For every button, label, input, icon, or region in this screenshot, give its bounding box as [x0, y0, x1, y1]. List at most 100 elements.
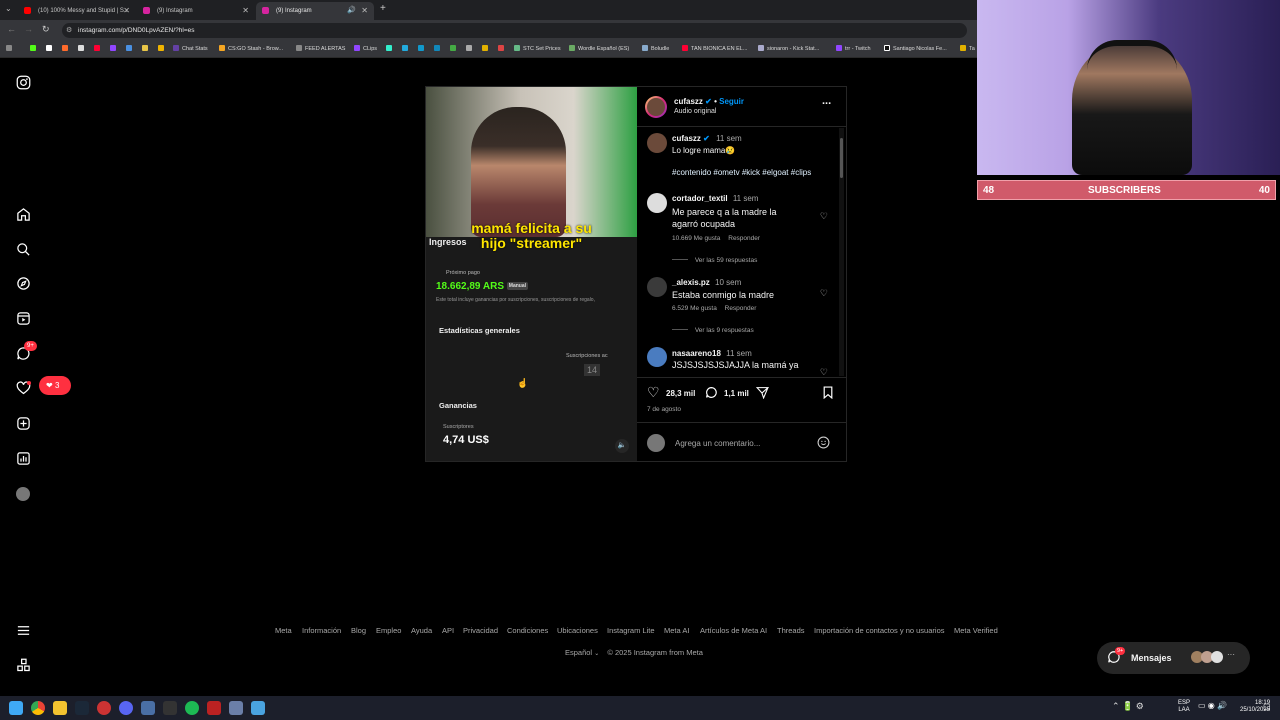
footer-link[interactable]: Meta AI	[664, 626, 689, 635]
bookmark-sionaron[interactable]: sionaron - Kick Stat...	[758, 45, 819, 52]
commenter-avatar[interactable]	[647, 193, 667, 213]
explore-icon[interactable]	[15, 276, 31, 292]
bookmark-santiago[interactable]: Santiago Nicolas Fe...	[884, 45, 947, 52]
create-icon[interactable]	[15, 416, 31, 432]
comment-username[interactable]: nasaareno18	[672, 349, 721, 358]
app-icon[interactable]	[141, 701, 155, 715]
chrome-icon[interactable]	[31, 701, 45, 715]
bookmark-icon[interactable]	[126, 45, 135, 52]
notifications-tray-icon[interactable]: ▢	[1263, 702, 1271, 711]
comment-likes[interactable]: 6.529 Me gusta	[672, 305, 717, 312]
url-field[interactable]: ⚙ instagram.com/p/DND0LpvAZEN/?hl=es	[62, 23, 967, 38]
app-icon[interactable]	[229, 701, 243, 715]
like-button[interactable]: ♡	[647, 385, 660, 399]
tab-list-icon[interactable]: ⌄	[5, 4, 12, 13]
commenter-avatar[interactable]	[647, 277, 667, 297]
language-selector[interactable]: Español	[565, 648, 592, 657]
windows-start-icon[interactable]	[9, 701, 23, 715]
file-explorer-icon[interactable]	[53, 701, 67, 715]
dashboard-icon[interactable]	[15, 451, 31, 467]
profile-icon[interactable]	[15, 486, 31, 502]
footer-link[interactable]: Artículos de Meta AI	[700, 626, 767, 635]
comment-input[interactable]: Agrega un comentario...	[675, 439, 760, 448]
bookmark-icon[interactable]	[94, 45, 103, 52]
discord-icon[interactable]	[119, 701, 133, 715]
emoji-icon[interactable]	[817, 436, 830, 454]
caption-username[interactable]: cufaszz	[672, 134, 701, 143]
bookmark-csgo-stash[interactable]: CS:GO Stash - Brow...	[219, 45, 283, 52]
app-icon[interactable]	[251, 701, 265, 715]
tab-instagram-1[interactable]: (9) Instagram ✕	[137, 2, 255, 20]
footer-link[interactable]: Instagram Lite	[607, 626, 655, 635]
bookmark-icon[interactable]	[78, 45, 87, 52]
hashtags[interactable]: #contenido #ometv #kick #elgoat #clips	[672, 168, 811, 177]
spotify-icon[interactable]	[185, 701, 199, 715]
author-avatar[interactable]	[645, 96, 667, 118]
comments-list[interactable]: cufaszz ✔ 11 sem Lo logre mama😢 #conteni…	[637, 127, 846, 377]
footer-link[interactable]: Meta Verified	[954, 626, 998, 635]
comment-username[interactable]: cortador_textil	[672, 194, 728, 203]
search-icon[interactable]	[15, 242, 31, 258]
footer-link[interactable]: Privacidad	[463, 626, 498, 635]
bookmark-boludle[interactable]: Boludle	[642, 45, 669, 52]
app-icon[interactable]	[97, 701, 111, 715]
bookmark-icon[interactable]	[450, 45, 459, 52]
bookmark-stc-set-prices[interactable]: STC Set Prices	[514, 45, 561, 52]
footer-link[interactable]: Ayuda	[411, 626, 432, 635]
system-tray-icons[interactable]: ▭ ◉ 🔊	[1198, 701, 1227, 710]
reload-icon[interactable]: ↻	[42, 24, 50, 35]
footer-link[interactable]: Importación de contactos y no usuarios	[814, 626, 945, 635]
footer-link[interactable]: Threads	[777, 626, 805, 635]
apps-bookmark-icon[interactable]	[6, 45, 15, 52]
bookmark-clips[interactable]: CLips	[354, 45, 377, 52]
close-icon[interactable]: ✕	[242, 6, 249, 15]
scrollbar-thumb[interactable]	[840, 138, 843, 178]
footer-link[interactable]: Blog	[351, 626, 366, 635]
home-icon[interactable]	[15, 207, 31, 223]
bookmark-icon[interactable]	[402, 45, 411, 52]
instagram-icon[interactable]	[15, 75, 31, 91]
reels-icon[interactable]	[15, 311, 31, 327]
author-username[interactable]: cufaszz	[674, 97, 703, 106]
speaker-icon[interactable]: 🔊	[347, 6, 356, 14]
back-icon[interactable]: ←	[7, 24, 16, 34]
follow-button[interactable]: Seguir	[719, 97, 744, 106]
bookmark-wordle[interactable]: Wordle Español (ES)	[569, 45, 629, 52]
notifications-icon[interactable]	[15, 381, 31, 397]
bookmark-icon[interactable]	[418, 45, 427, 52]
bookmark-feed-alertas[interactable]: FEED ALERTAS	[296, 45, 345, 52]
messages-icon[interactable]: 9+	[15, 341, 37, 362]
bookmark-ta[interactable]: Ta	[960, 45, 975, 52]
close-icon[interactable]: ✕	[123, 6, 130, 15]
comment-likes[interactable]: 10.669 Me gusta	[672, 235, 720, 242]
forward-icon[interactable]: →	[24, 24, 33, 34]
save-icon[interactable]	[822, 386, 834, 404]
app-icon[interactable]	[207, 701, 221, 715]
bookmark-chat-stats[interactable]: Chat Stats	[173, 45, 208, 52]
bookmark-icon[interactable]	[482, 45, 491, 52]
bookmark-icon[interactable]	[110, 45, 119, 52]
notifications-popup[interactable]: ❤ 3	[39, 376, 71, 395]
input-language[interactable]: ESP LAA	[1178, 700, 1190, 714]
menu-icon[interactable]	[15, 623, 31, 639]
footer-link[interactable]: Empleo	[376, 626, 401, 635]
comment-icon[interactable]	[705, 386, 718, 404]
footer-link[interactable]: API	[442, 626, 454, 635]
footer-link[interactable]: Condiciones	[507, 626, 548, 635]
bookmark-icon[interactable]	[498, 45, 507, 52]
view-replies[interactable]: Ver las 9 respuestas	[672, 327, 754, 334]
bookmark-icon[interactable]	[46, 45, 55, 52]
post-video[interactable]: mamá felicita a su hijo "streamer" Ingre…	[426, 87, 637, 461]
like-comment-icon[interactable]: ♡	[820, 367, 828, 377]
commenter-avatar[interactable]	[647, 347, 667, 367]
tray-icons[interactable]: ⌃ 🔋 ⚙	[1112, 701, 1144, 712]
view-replies[interactable]: Ver las 59 respuestas	[672, 257, 757, 264]
messages-widget[interactable]: 9+ Mensajes ···	[1097, 642, 1250, 674]
steam-icon[interactable]	[75, 701, 89, 715]
bookmark-icon[interactable]	[62, 45, 71, 52]
share-icon[interactable]	[755, 386, 770, 404]
bookmark-icon[interactable]	[30, 45, 39, 52]
tab-youtube[interactable]: (10) 100% Messy and Stupid | S... ✕	[18, 2, 136, 20]
bookmark-icon[interactable]	[386, 45, 395, 52]
mute-icon[interactable]: 🔈	[615, 439, 629, 453]
